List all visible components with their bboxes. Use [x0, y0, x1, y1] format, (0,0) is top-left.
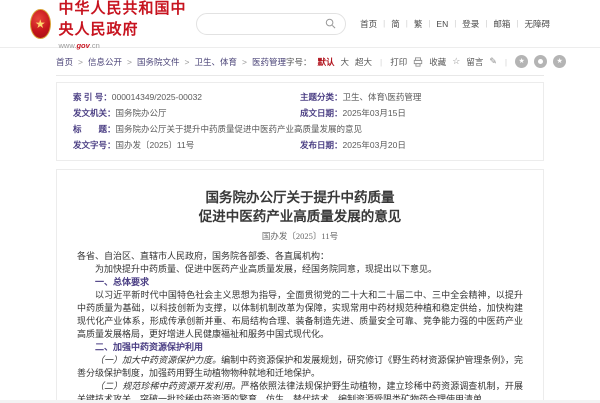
share-icon-2[interactable]: [534, 55, 547, 68]
nav-separator: |: [454, 19, 456, 28]
toolbar-separator: |: [380, 57, 382, 67]
top-nav: 首页 | 简 | 繁 | EN | 登录 | 邮箱 | 无障碍: [360, 18, 550, 30]
intro-paragraph: 为加快提升中药质量、促进中医药产业高质量发展，经国务院同意，现提出以下意见。: [77, 263, 523, 276]
meta-title: 标 题：国务院办公厅关于提升中药质量促进中医药产业高质量发展的意见: [73, 123, 527, 136]
search-icon[interactable]: [325, 18, 336, 29]
meta-publish-date: 发布日期：2025年03月20日: [300, 139, 527, 152]
nav-link-simplified[interactable]: 简: [391, 18, 400, 30]
section1-heading: 一、总体要求: [77, 276, 523, 289]
breadcrumb-separator: >: [184, 57, 189, 67]
meta-topic-label: 主题分类：: [300, 92, 343, 102]
site-header: ★ 中华人民共和国中央人民政府 www.gov.cn 首页 | 简 | 繁: [0, 0, 600, 48]
national-emblem-icon: ★: [30, 9, 51, 39]
document-title: 国务院办公厅关于提升中药质量 促进中医药产业高质量发展的意见: [77, 188, 523, 226]
site-title: 中华人民共和国中央人民政府: [59, 0, 197, 39]
meta-index-label: 索 引 号：: [73, 92, 112, 102]
nav-separator: |: [406, 19, 408, 28]
breadcrumb: 首页 > 信息公开 > 国务院文件 > 卫生、体育 > 医药管理: [56, 56, 286, 68]
meta-publish-date-value: 2025年03月20日: [343, 140, 406, 150]
meta-written-date-value: 2025年03月15日: [343, 108, 406, 118]
meta-written-date: 成文日期：2025年03月15日: [300, 107, 527, 120]
nav-separator: |: [428, 19, 430, 28]
meta-index-number: 索 引 号：000014349/2025-00032: [73, 91, 300, 104]
header-right: 首页 | 简 | 繁 | EN | 登录 | 邮箱 | 无障碍: [196, 13, 550, 35]
breadcrumb-separator: >: [127, 57, 132, 67]
nav-link-english[interactable]: EN: [436, 19, 448, 29]
search-input[interactable]: [206, 19, 325, 29]
breadcrumb-item-health-sports[interactable]: 卫生、体育: [194, 56, 237, 68]
breadcrumb-item-info-disclosure[interactable]: 信息公开: [88, 56, 122, 68]
meta-publish-date-label: 发布日期：: [300, 140, 343, 150]
meta-doc-number-value: 国办发〔2025〕11号: [116, 140, 195, 150]
content-column: 首页 > 信息公开 > 国务院文件 > 卫生、体育 > 医药管理 字号： 默认 …: [56, 48, 544, 403]
breadcrumb-toolbar-row: 首页 > 信息公开 > 国务院文件 > 卫生、体育 > 医药管理 字号： 默认 …: [56, 48, 544, 76]
breadcrumb-item-medicine-admin[interactable]: 医药管理: [252, 56, 286, 68]
meta-issuer-value: 国务院办公厅: [116, 108, 167, 118]
meta-title-value: 国务院办公厅关于提升中药质量促进中医药产业高质量发展的意见: [116, 124, 363, 134]
share-icon-1[interactable]: ★: [515, 55, 528, 68]
emblem-star-glyph: ★: [35, 18, 46, 30]
breadcrumb-item-state-council-docs[interactable]: 国务院文件: [137, 56, 180, 68]
meta-title-label: 标 题：: [73, 124, 116, 134]
document-title-line1: 国务院办公厅关于提升中药质量: [206, 190, 395, 205]
share-icon-3[interactable]: ★: [553, 55, 566, 68]
print-button[interactable]: 打印: [390, 56, 407, 68]
meta-index-value: 000014349/2025-00032: [112, 92, 202, 102]
font-size-label: 字号：: [286, 56, 312, 68]
document-title-line2: 促进中医药产业高质量发展的意见: [199, 209, 402, 224]
meta-doc-number-label: 发文字号：: [73, 140, 116, 150]
pencil-icon[interactable]: ✎: [489, 56, 497, 67]
breadcrumb-item-home[interactable]: 首页: [56, 56, 73, 68]
document-number: 国办发〔2025〕11号: [77, 230, 523, 242]
page: ★ 中华人民共和国中央人民政府 www.gov.cn 首页 | 简 | 繁: [0, 0, 600, 403]
nav-link-accessibility[interactable]: 无障碍: [524, 18, 550, 30]
nav-link-login[interactable]: 登录: [462, 18, 479, 30]
section2-item1: （一）加大中药资源保护力度。编制中药资源保护和发展规划，研究修订《野生药材资源保…: [77, 354, 523, 380]
section2-item1-lead: （一）加大中药资源保护力度。: [95, 355, 221, 365]
favorite-button[interactable]: 收藏: [429, 56, 446, 68]
comment-button[interactable]: 留言: [466, 56, 483, 68]
font-size-xlarge-button[interactable]: 超大: [355, 56, 372, 68]
section1-paragraph: 以习近平新时代中国特色社会主义思想为指导，全面贯彻党的二十大和二十届二中、三中全…: [77, 289, 523, 341]
meta-issuer: 发文机关：国务院办公厅: [73, 107, 300, 120]
document-metadata-box: 索 引 号：000014349/2025-00032 主题分类：卫生、体育\医药…: [56, 82, 544, 161]
toolbar-separator: |: [505, 57, 507, 67]
breadcrumb-separator: >: [78, 57, 83, 67]
meta-doc-number: 发文字号：国办发〔2025〕11号: [73, 139, 300, 152]
printer-icon[interactable]: [413, 57, 423, 67]
share-icon-2-dot: [538, 59, 543, 64]
document-box: 国务院办公厅关于提升中药质量 促进中医药产业高质量发展的意见 国办发〔2025〕…: [56, 169, 544, 403]
salutation-paragraph: 各省、自治区、直辖市人民政府，国务院各部委、各直属机构：: [77, 250, 523, 263]
meta-issuer-label: 发文机关：: [73, 108, 116, 118]
section2-item2-lead: （二）规范珍稀中药资源开发利用。: [95, 381, 241, 391]
font-size-large-button[interactable]: 大: [340, 56, 349, 68]
meta-topic-value: 卫生、体育\医药管理: [343, 92, 422, 102]
nav-separator: |: [485, 19, 487, 28]
site-logo[interactable]: ★ 中华人民共和国中央人民政府 www.gov.cn: [30, 0, 196, 50]
font-size-default-button[interactable]: 默认: [317, 56, 334, 68]
section2-heading: 二、加强中药资源保护利用: [77, 341, 523, 354]
page-toolbar: 字号： 默认 大 超大 | 打印 收藏 ☆ 留言 ✎ | ★ ★: [286, 55, 566, 68]
nav-link-mail[interactable]: 邮箱: [493, 18, 510, 30]
breadcrumb-separator: >: [242, 57, 247, 67]
nav-separator: |: [516, 19, 518, 28]
nav-separator: |: [383, 19, 385, 28]
meta-written-date-label: 成文日期：: [300, 108, 343, 118]
meta-topic: 主题分类：卫生、体育\医药管理: [300, 91, 527, 104]
nav-link-home[interactable]: 首页: [360, 18, 377, 30]
nav-link-traditional[interactable]: 繁: [414, 18, 423, 30]
search-box[interactable]: [196, 13, 346, 35]
document-body: 各省、自治区、直辖市人民政府，国务院各部委、各直属机构： 为加快提升中药质量、促…: [77, 250, 523, 403]
star-icon[interactable]: ☆: [452, 56, 460, 67]
site-url: www.gov.cn: [59, 41, 197, 50]
